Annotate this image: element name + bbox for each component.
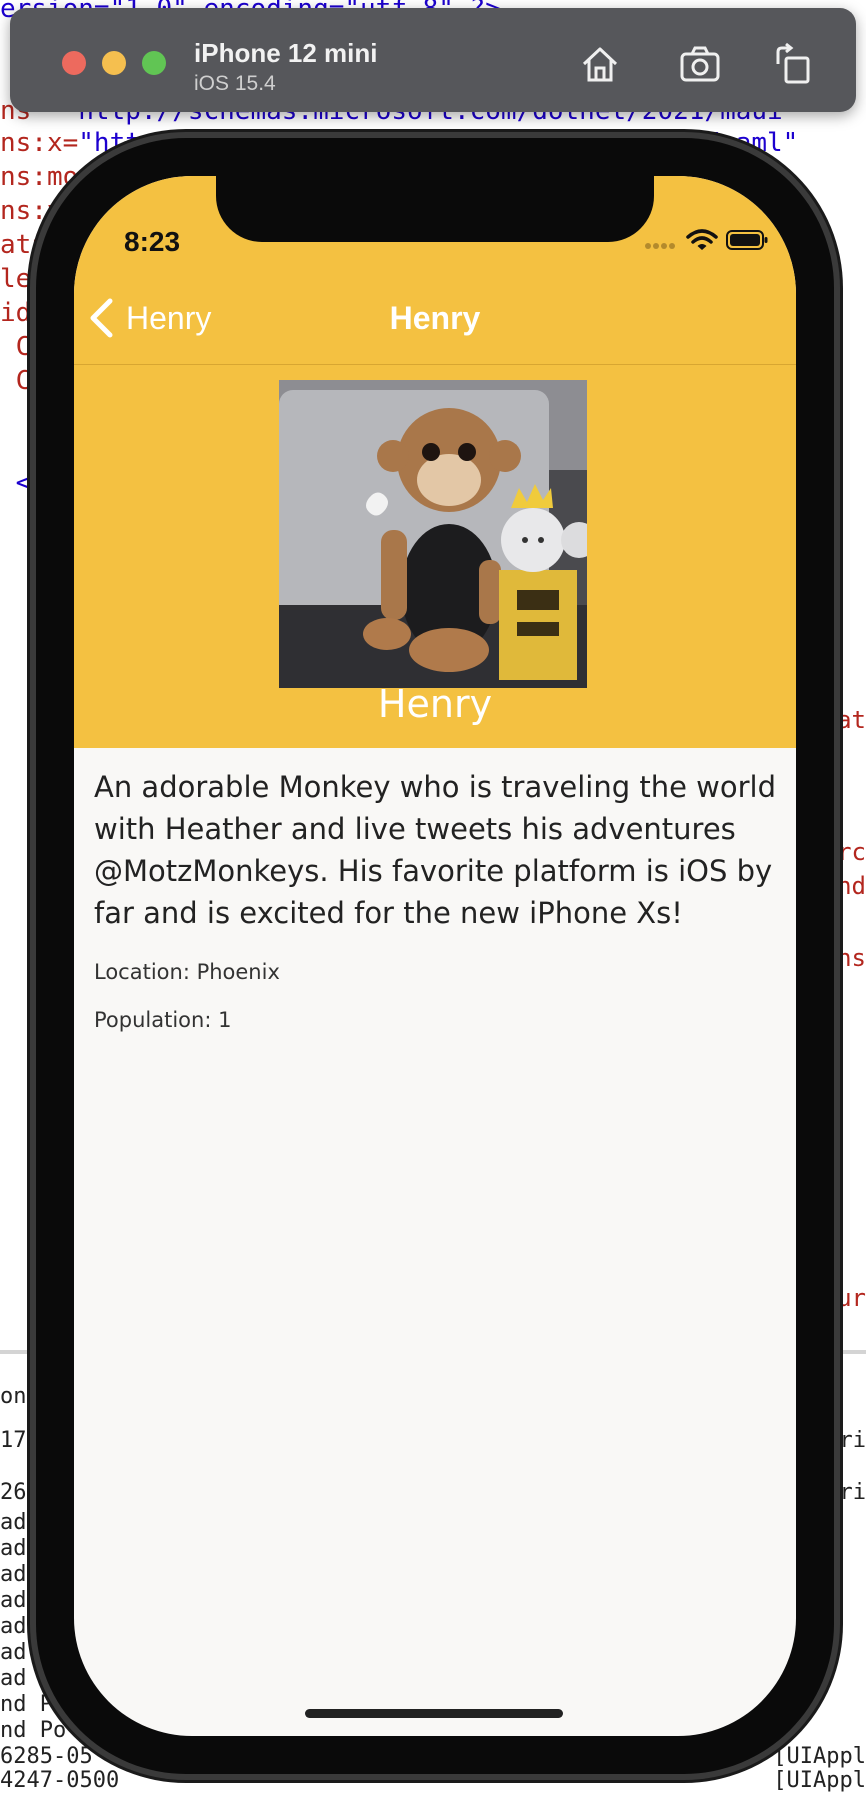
page-title: Henry bbox=[389, 300, 481, 336]
console-line: ad bbox=[0, 1536, 27, 1561]
monkey-photo-image bbox=[279, 380, 587, 688]
monkey-name: Henry bbox=[377, 682, 493, 726]
code-line: ns:mo bbox=[0, 162, 79, 192]
console-line: [UIAppl bbox=[773, 1768, 866, 1793]
console-line: ad bbox=[0, 1588, 27, 1613]
console-line: 174 bbox=[0, 1428, 40, 1453]
monkey-description: An adorable Monkey who is traveling the … bbox=[94, 770, 776, 930]
code-line: at bbox=[837, 706, 866, 734]
console-line: 4247-0500 bbox=[0, 1768, 120, 1793]
rotate-icon[interactable] bbox=[770, 42, 814, 86]
console-line: ad bbox=[0, 1666, 27, 1691]
code-line: ur bbox=[837, 1284, 866, 1312]
code-line: id bbox=[0, 298, 32, 328]
screenshot-icon[interactable] bbox=[678, 42, 722, 86]
console-line: nd Po bbox=[0, 1718, 67, 1743]
console-line: 6285-05 bbox=[0, 1744, 93, 1769]
console-line: ad bbox=[0, 1510, 27, 1535]
minimize-window-button[interactable] bbox=[102, 51, 126, 75]
home-indicator[interactable] bbox=[305, 1709, 563, 1718]
console-line: 264 bbox=[0, 1480, 40, 1505]
wifi-icon bbox=[686, 229, 718, 250]
device-name: iPhone 12 mini bbox=[194, 38, 378, 68]
iphone-device-frame: 8:23 Henry Henry Henry An adorable Monke… bbox=[36, 138, 834, 1774]
code-line: ns bbox=[837, 944, 866, 972]
monkey-location: Location: Phoenix bbox=[94, 960, 280, 984]
console-line: ad bbox=[0, 1640, 27, 1665]
status-time: 8:23 bbox=[124, 226, 181, 257]
monkey-header: 8:23 Henry Henry Henry bbox=[74, 176, 796, 748]
code-line: nd bbox=[837, 872, 866, 900]
code-line: rc bbox=[837, 838, 866, 866]
monkey-details: An adorable Monkey who is traveling the … bbox=[94, 766, 776, 1032]
close-window-button[interactable] bbox=[62, 51, 86, 75]
cellular-signal-icon bbox=[645, 243, 675, 249]
console-line: ad bbox=[0, 1614, 27, 1639]
console-line: [UIAppl bbox=[773, 1744, 866, 1769]
simulator-title-bar: iPhone 12 mini iOS 15.4 bbox=[10, 8, 856, 112]
monkey-photo bbox=[279, 380, 587, 688]
app-screen: 8:23 Henry Henry Henry An adorable Monke… bbox=[74, 176, 796, 1736]
battery-icon bbox=[726, 230, 768, 250]
monkey-population: Population: 1 bbox=[94, 1008, 232, 1032]
home-icon[interactable] bbox=[578, 42, 622, 86]
console-line: ad bbox=[0, 1562, 27, 1587]
zoom-window-button[interactable] bbox=[142, 51, 166, 75]
navigation-bar: Henry Henry bbox=[74, 272, 796, 365]
os-version: iOS 15.4 bbox=[194, 72, 276, 95]
device-notch bbox=[216, 176, 654, 242]
